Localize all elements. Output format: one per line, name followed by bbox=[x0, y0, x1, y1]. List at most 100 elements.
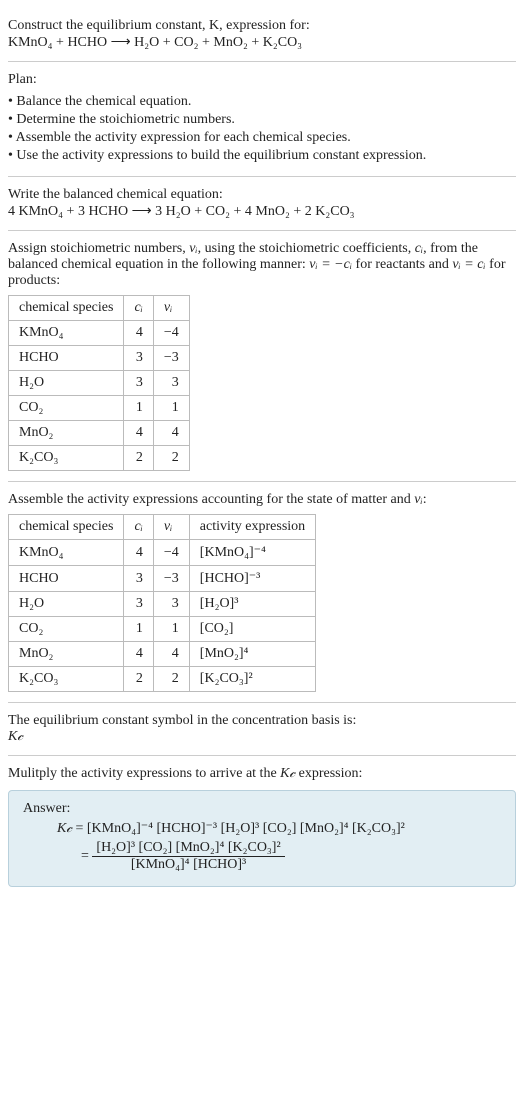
title-line1: Construct the equilibrium constant, K, e… bbox=[8, 18, 516, 34]
cell-nu: 3 bbox=[153, 371, 189, 396]
stoich-table: chemical species cᵢ νᵢ KMnO₄4−4 HCHO3−3 … bbox=[8, 295, 190, 471]
cell-c: 3 bbox=[124, 566, 153, 592]
cell-species: KMnO₄ bbox=[9, 540, 124, 566]
cell-expr: [CO₂] bbox=[189, 617, 315, 642]
activity-table: chemical species cᵢ νᵢ activity expressi… bbox=[8, 514, 316, 692]
activity-text: : bbox=[423, 492, 427, 507]
cell-species: H₂O bbox=[9, 371, 124, 396]
table-row: K₂CO₃22[K₂CO₃]² bbox=[9, 667, 316, 692]
fraction-denominator: [KMnO₄]⁴ [HCHO]³ bbox=[92, 857, 284, 873]
cell-nu: 3 bbox=[153, 592, 189, 617]
table-row: KMnO₄4−4[KMnO₄]⁻⁴ bbox=[9, 540, 316, 566]
table-row: H₂O33 bbox=[9, 371, 190, 396]
table-row: KMnO₄4−4 bbox=[9, 321, 190, 346]
kc-symbol: K𝒸 bbox=[280, 766, 295, 781]
col-expr: activity expression bbox=[189, 515, 315, 540]
cell-species: MnO₂ bbox=[9, 642, 124, 667]
cell-expr: [KMnO₄]⁻⁴ bbox=[189, 540, 315, 566]
cell-species: MnO₂ bbox=[9, 421, 124, 446]
symbol-section: The equilibrium constant symbol in the c… bbox=[8, 703, 516, 756]
cell-nu: 2 bbox=[153, 446, 189, 471]
answer-label: Answer: bbox=[23, 801, 501, 817]
cell-species: CO₂ bbox=[9, 396, 124, 421]
activity-section: Assemble the activity expressions accoun… bbox=[8, 482, 516, 703]
cell-c: 3 bbox=[124, 371, 153, 396]
cell-nu: −4 bbox=[153, 540, 189, 566]
plan-section: Plan: Balance the chemical equation. Det… bbox=[8, 62, 516, 177]
balanced-section: Write the balanced chemical equation: 4 … bbox=[8, 177, 516, 231]
kc-symbol: K𝒸 bbox=[57, 821, 72, 836]
col-species: chemical species bbox=[9, 296, 124, 321]
stoich-text: for reactants and bbox=[352, 257, 452, 272]
fraction-numerator: [H₂O]³ [CO₂] [MnO₂]⁴ [K₂CO₃]² bbox=[92, 840, 284, 857]
answer-line1: K𝒸 = [KMnO₄]⁻⁴ [HCHO]⁻³ [H₂O]³ [CO₂] [Mn… bbox=[57, 820, 501, 837]
plan-item: Use the activity expressions to build th… bbox=[8, 148, 516, 164]
symbol-heading: The equilibrium constant symbol in the c… bbox=[8, 713, 516, 729]
cell-c: 4 bbox=[124, 642, 153, 667]
table-row: CO₂11[CO₂] bbox=[9, 617, 316, 642]
title-text-a: Construct the equilibrium constant, K, e… bbox=[8, 18, 310, 33]
plan-item: Balance the chemical equation. bbox=[8, 94, 516, 110]
cell-species: KMnO₄ bbox=[9, 321, 124, 346]
cell-c: 4 bbox=[124, 421, 153, 446]
answer-line1-rhs: = [KMnO₄]⁻⁴ [HCHO]⁻³ [H₂O]³ [CO₂] [MnO₂]… bbox=[72, 821, 405, 836]
cell-species: K₂CO₃ bbox=[9, 446, 124, 471]
cell-nu: 1 bbox=[153, 617, 189, 642]
plan-item: Assemble the activity expression for eac… bbox=[8, 130, 516, 146]
plan-heading: Plan: bbox=[8, 72, 516, 88]
table-row: HCHO3−3 bbox=[9, 346, 190, 371]
ci-symbol: cᵢ bbox=[415, 241, 423, 256]
plan-item: Determine the stoichiometric numbers. bbox=[8, 112, 516, 128]
col-nu: νᵢ bbox=[153, 296, 189, 321]
stoich-text: , using the stoichiometric coefficients, bbox=[198, 241, 415, 256]
table-row: MnO₂44 bbox=[9, 421, 190, 446]
cell-nu: 2 bbox=[153, 667, 189, 692]
plan-list: Balance the chemical equation. Determine… bbox=[8, 94, 516, 164]
title-section: Construct the equilibrium constant, K, e… bbox=[8, 8, 516, 62]
stoich-section: Assign stoichiometric numbers, νᵢ, using… bbox=[8, 231, 516, 482]
answer-box: Answer: K𝒸 = [KMnO₄]⁻⁴ [HCHO]⁻³ [H₂O]³ [… bbox=[8, 790, 516, 887]
kc-symbol: K𝒸 bbox=[8, 729, 516, 745]
answer-line2: = [H₂O]³ [CO₂] [MnO₂]⁴ [K₂CO₃]² [KMnO₄]⁴… bbox=[81, 840, 501, 873]
balanced-heading: Write the balanced chemical equation: bbox=[8, 187, 516, 203]
col-species: chemical species bbox=[9, 515, 124, 540]
cell-c: 4 bbox=[124, 321, 153, 346]
cell-species: H₂O bbox=[9, 592, 124, 617]
cell-c: 1 bbox=[124, 617, 153, 642]
nu-symbol: νᵢ bbox=[189, 241, 197, 256]
nu-symbol: νᵢ bbox=[414, 492, 422, 507]
cell-nu: 4 bbox=[153, 642, 189, 667]
multiply-text: Mulitply the activity expressions to arr… bbox=[8, 766, 280, 781]
multiply-heading: Mulitply the activity expressions to arr… bbox=[8, 766, 516, 782]
title-equation: KMnO₄ + HCHO ⟶ H₂O + CO₂ + MnO₂ + K₂CO₃ bbox=[8, 34, 516, 51]
activity-heading: Assemble the activity expressions accoun… bbox=[8, 492, 516, 508]
answer-fraction: [H₂O]³ [CO₂] [MnO₂]⁴ [K₂CO₃]² [KMnO₄]⁴ [… bbox=[92, 840, 284, 873]
col-ci: cᵢ bbox=[124, 296, 153, 321]
cell-species: HCHO bbox=[9, 566, 124, 592]
balanced-equation: 4 KMnO₄ + 3 HCHO ⟶ 3 H₂O + CO₂ + 4 MnO₂ … bbox=[8, 203, 516, 220]
cell-nu: 1 bbox=[153, 396, 189, 421]
activity-text: Assemble the activity expressions accoun… bbox=[8, 492, 414, 507]
table-row: H₂O33[H₂O]³ bbox=[9, 592, 316, 617]
table-row: K₂CO₃22 bbox=[9, 446, 190, 471]
equals-sign: = bbox=[81, 849, 92, 864]
cell-c: 2 bbox=[124, 667, 153, 692]
table-row: MnO₂44[MnO₂]⁴ bbox=[9, 642, 316, 667]
nu-eq: νᵢ = cᵢ bbox=[452, 257, 485, 272]
cell-c: 3 bbox=[124, 346, 153, 371]
stoich-heading: Assign stoichiometric numbers, νᵢ, using… bbox=[8, 241, 516, 289]
cell-nu: −3 bbox=[153, 566, 189, 592]
cell-expr: [K₂CO₃]² bbox=[189, 667, 315, 692]
cell-nu: −4 bbox=[153, 321, 189, 346]
cell-c: 2 bbox=[124, 446, 153, 471]
col-ci: cᵢ bbox=[124, 515, 153, 540]
multiply-text: expression: bbox=[295, 766, 362, 781]
cell-nu: 4 bbox=[153, 421, 189, 446]
cell-c: 3 bbox=[124, 592, 153, 617]
table-header-row: chemical species cᵢ νᵢ activity expressi… bbox=[9, 515, 316, 540]
col-nu: νᵢ bbox=[153, 515, 189, 540]
cell-expr: [MnO₂]⁴ bbox=[189, 642, 315, 667]
stoich-text: Assign stoichiometric numbers, bbox=[8, 241, 189, 256]
cell-c: 1 bbox=[124, 396, 153, 421]
table-row: CO₂11 bbox=[9, 396, 190, 421]
